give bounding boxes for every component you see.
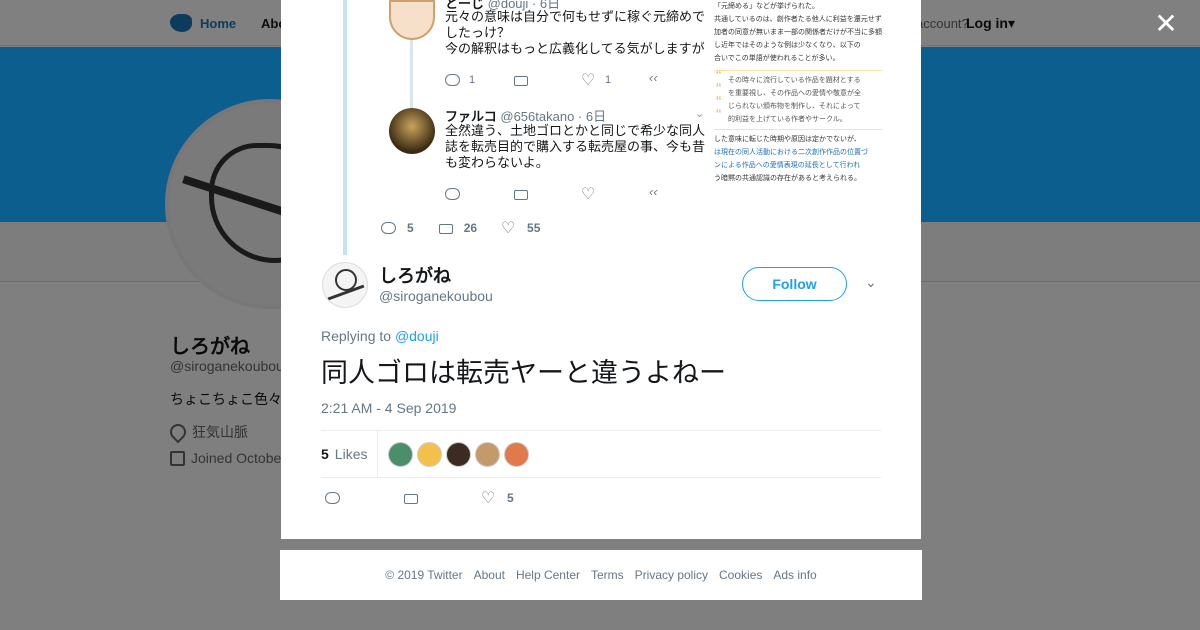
joined-text: Joined Octobe — [191, 450, 282, 466]
like-action[interactable]: 1 — [581, 70, 649, 90]
douji-avatar[interactable] — [389, 0, 435, 40]
liker-avatar[interactable] — [417, 441, 443, 467]
share-icon — [649, 184, 663, 201]
falco-avatar[interactable] — [389, 108, 435, 154]
heart-icon — [481, 488, 495, 508]
retweet-action[interactable] — [513, 187, 581, 201]
retweet-action[interactable] — [513, 73, 581, 87]
chevron-down-icon[interactable]: ⌄ — [695, 107, 704, 120]
share-action[interactable] — [649, 184, 717, 201]
author-avatar[interactable] — [322, 262, 368, 308]
tweet-a-text: 元々の意味は自分で何もせずに稼ぐ元締めでしたっけ？ 今の解釈はもっと広義化してる… — [445, 9, 706, 56]
reply-action[interactable] — [445, 187, 513, 201]
profile-location: 狂気山脈 — [166, 420, 248, 444]
heart-icon — [501, 218, 515, 238]
reply-action[interactable]: 1 — [445, 73, 513, 87]
reply-icon — [445, 187, 460, 201]
heart-icon — [581, 184, 595, 204]
liker-avatar[interactable] — [388, 441, 414, 467]
profile-handle: @siroganekoubou — [170, 358, 284, 374]
like-button[interactable]: 5 — [481, 488, 514, 508]
close-modal-button[interactable]: ✕ — [1154, 10, 1178, 38]
tweet-actions: 5 — [325, 488, 578, 508]
replying-to: Replying to @douji — [321, 328, 439, 344]
copyright: © 2019 Twitter — [385, 568, 463, 582]
author-handle[interactable]: @siroganekoubou — [379, 288, 493, 304]
profile-name: しろがね — [170, 336, 250, 358]
tweet-text: 同人ゴロは転売ヤーと違うよねー — [321, 358, 726, 388]
quoted-thread-screenshot: とーじ @douji · 6日 元々の意味は自分で何もせずに稼ぐ元締めでしたっけ… — [281, 0, 921, 255]
retweet-action[interactable]: 26 — [438, 221, 477, 235]
profile-joined: Joined Octobe — [170, 450, 281, 466]
retweet-icon — [438, 221, 453, 235]
footer: © 2019 Twitter About Help Center Terms P… — [280, 550, 922, 600]
liker-avatar[interactable] — [504, 441, 530, 467]
parent-tweet-actions: 5 26 55 — [381, 218, 564, 238]
reply-icon — [325, 491, 340, 505]
footer-link-help-center[interactable]: Help Center — [516, 568, 580, 582]
location-text: 狂気山脈 — [192, 424, 248, 440]
footer-link-privacy[interactable]: Privacy policy — [635, 568, 708, 582]
like-action[interactable] — [581, 184, 649, 204]
heart-icon — [581, 70, 595, 90]
footer-link-terms[interactable]: Terms — [591, 568, 624, 582]
follow-button[interactable]: Follow — [742, 267, 847, 301]
tweet-timestamp[interactable]: 2:21 AM - 4 Sep 2019 — [321, 400, 456, 416]
likes-count[interactable]: 5 Likes — [321, 431, 379, 477]
share-icon — [649, 70, 663, 87]
reply-icon — [445, 73, 460, 87]
twitter-bird-icon — [170, 14, 192, 32]
footer-link-ads-info[interactable]: Ads info — [773, 568, 816, 582]
retweet-icon — [513, 187, 528, 201]
reply-icon — [381, 221, 396, 235]
location-pin-icon — [166, 420, 190, 444]
tweet-stats: 5 Likes — [321, 430, 881, 478]
thread-line — [343, 0, 347, 255]
article-excerpt-image: 「元締める」などが挙げられた。 共通しているのは、創作者たる他人に利益を還元せず… — [714, 0, 882, 205]
likers-avatars — [378, 441, 530, 467]
like-action[interactable]: 55 — [501, 218, 540, 238]
replying-to-link[interactable]: @douji — [395, 328, 439, 344]
retweet-button[interactable] — [403, 491, 418, 505]
profile-bio: ちょこちょこ色々 — [170, 391, 282, 407]
close-icon: ✕ — [1154, 8, 1178, 39]
reply-action[interactable]: 5 — [381, 221, 414, 235]
retweet-icon — [513, 73, 528, 87]
have-account-text: account? — [916, 16, 969, 31]
home-nav-link[interactable]: Home — [170, 14, 236, 32]
footer-link-about[interactable]: About — [474, 568, 505, 582]
tweet-b-actions — [445, 184, 717, 204]
author-name[interactable]: しろがね — [379, 262, 451, 288]
tweet-a-actions: 1 1 — [445, 70, 717, 90]
liker-avatar[interactable] — [446, 441, 472, 467]
retweet-icon — [403, 491, 418, 505]
liker-avatar[interactable] — [475, 441, 501, 467]
tweet-modal: とーじ @douji · 6日 元々の意味は自分で何もせずに稼ぐ元締めでしたっけ… — [281, 0, 921, 539]
reply-button[interactable] — [325, 491, 340, 505]
home-label: Home — [200, 15, 237, 31]
tweet-b-text: 全然違う、土地ゴロとかと同じで希少な同人誌を転売目的で購入する転売屋の事、今も昔… — [445, 123, 706, 170]
share-action[interactable] — [649, 70, 717, 87]
login-link[interactable]: Log in▾ — [966, 15, 1015, 32]
footer-link-cookies[interactable]: Cookies — [719, 568, 762, 582]
calendar-icon — [170, 450, 185, 466]
chevron-down-icon[interactable]: ⌄ — [865, 275, 879, 289]
